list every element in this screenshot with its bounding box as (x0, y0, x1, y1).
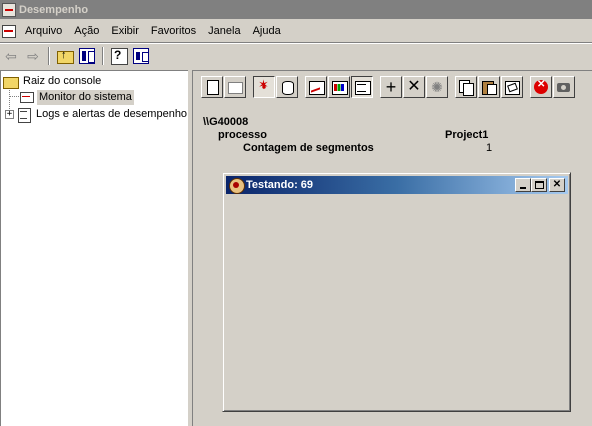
minimize-button[interactable] (515, 178, 531, 192)
console-tree-pane[interactable]: Raiz do console Monitor do sistema + Log… (0, 70, 188, 426)
tree-item-label: Monitor do sistema (37, 89, 134, 105)
delete-x-icon: ✕ (407, 78, 421, 95)
histogram-icon (332, 80, 348, 95)
window-title: Desempenho (19, 3, 89, 16)
menu-bar: Arquivo Ação Exibir Favoritos Janela Aju… (0, 21, 592, 41)
current-activity-icon (257, 78, 271, 94)
tree-item-system-monitor[interactable]: Monitor do sistema (19, 89, 134, 105)
test-child-window[interactable]: Testando: 69 ✕ (222, 172, 571, 412)
report-object: processo (218, 129, 267, 141)
toolbar-separator (102, 47, 104, 65)
view-current-activity-button[interactable] (253, 76, 275, 98)
report-value: 1 (486, 142, 493, 154)
paste-counter-list-button[interactable] (478, 76, 500, 98)
update-data-button[interactable] (553, 76, 575, 98)
window-titlebar[interactable]: Desempenho (0, 0, 592, 19)
menu-arquivo[interactable]: Arquivo (19, 22, 68, 40)
app-icon (229, 178, 245, 194)
tree-item-logs-alerts[interactable]: + Logs e alertas de desempenho (5, 106, 189, 123)
view-report-button[interactable] (351, 76, 373, 98)
maximize-icon (534, 181, 544, 189)
minimize-icon (520, 187, 526, 189)
menu-favoritos[interactable]: Favoritos (145, 22, 202, 40)
copy-icon (459, 80, 474, 96)
back-arrow-icon[interactable]: ⇦ (0, 45, 22, 67)
add-counter-button[interactable]: + (380, 76, 402, 98)
database-icon (280, 80, 294, 95)
navigation-toolbar: ⇦ ⇨ (0, 44, 592, 68)
close-icon: ✕ (552, 179, 562, 190)
view-graph-button[interactable] (305, 76, 327, 98)
show-hide-tree-button[interactable] (76, 45, 98, 67)
menu-janela[interactable]: Janela (202, 22, 246, 40)
new-document-icon (205, 80, 219, 95)
graph-icon (309, 80, 325, 95)
report-icon (355, 80, 371, 95)
copy-properties-button[interactable] (455, 76, 477, 98)
tree-item-root[interactable]: Raiz do console (3, 73, 103, 89)
caption-buttons: ✕ (515, 178, 565, 192)
highlight-button[interactable]: ✺ (426, 76, 448, 98)
delete-counter-button[interactable]: ✕ (403, 76, 425, 98)
new-counter-set-button[interactable] (201, 76, 223, 98)
help-icon (111, 48, 128, 65)
report-computer: \\G40008 (203, 116, 249, 128)
forward-arrow-icon[interactable]: ⇨ (22, 45, 44, 67)
performance-app-icon (2, 2, 16, 17)
system-monitor-icon (19, 90, 35, 104)
menu-exibir[interactable]: Exibir (105, 22, 145, 40)
folder-up-icon (57, 48, 74, 64)
highlight-icon: ✺ (431, 79, 443, 95)
properties-icon (505, 80, 520, 95)
expand-icon[interactable]: + (5, 109, 14, 119)
folder-icon (3, 75, 19, 89)
console-icon[interactable] (1, 23, 17, 39)
console-tree-icon (79, 48, 95, 64)
maximize-button[interactable] (531, 178, 547, 192)
clear-display-icon (228, 80, 243, 94)
report-instance: Project1 (445, 129, 489, 141)
clear-display-button[interactable] (224, 76, 246, 98)
tree-item-label: Logs e alertas de desempenho (36, 107, 188, 120)
view-histogram-button[interactable] (328, 76, 350, 98)
child-window-title: Testando: 69 (246, 179, 314, 191)
properties-pane-button[interactable] (130, 45, 152, 67)
help-button[interactable] (108, 45, 130, 67)
child-window-titlebar[interactable]: Testando: 69 ✕ (226, 176, 568, 194)
report-counter: Contagem de segmentos (243, 142, 374, 154)
menu-acao[interactable]: Ação (68, 22, 105, 40)
menu-ajuda[interactable]: Ajuda (247, 22, 287, 40)
close-button[interactable]: ✕ (549, 178, 565, 192)
action-pane-icon (133, 48, 149, 64)
logs-alerts-icon (16, 107, 32, 123)
stop-icon (534, 80, 548, 94)
tree-line (9, 96, 19, 97)
view-log-data-button[interactable] (276, 76, 298, 98)
plus-icon: + (385, 77, 397, 97)
properties-button[interactable] (501, 76, 523, 98)
system-monitor-toolbar: + ✕ ✺ (201, 75, 576, 99)
up-one-level-button[interactable] (54, 45, 76, 67)
camera-icon (557, 80, 571, 94)
toolbar-separator (48, 47, 50, 65)
freeze-display-button[interactable] (530, 76, 552, 98)
tree-item-label: Raiz do console (23, 74, 102, 87)
paste-icon (482, 80, 497, 95)
